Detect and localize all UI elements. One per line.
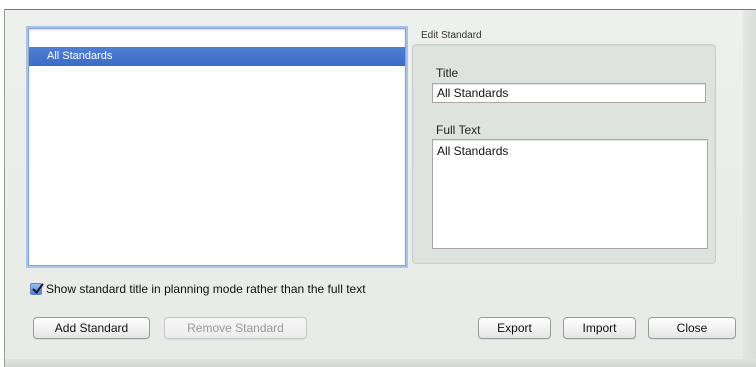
full-text-area[interactable]: All Standards: [432, 139, 708, 249]
close-button[interactable]: Close: [648, 317, 736, 339]
edit-standard-caption: Edit Standard: [421, 30, 482, 41]
checkmark-icon: [32, 283, 44, 294]
export-button[interactable]: Export: [478, 317, 551, 339]
show-title-checkbox[interactable]: [30, 283, 44, 295]
list-item-label: All Standards: [47, 50, 113, 62]
show-title-option[interactable]: Show standard title in planning mode rat…: [30, 281, 366, 297]
full-text-label: Full Text: [436, 123, 481, 137]
add-standard-button[interactable]: Add Standard: [33, 317, 150, 339]
show-title-label: Show standard title in planning mode rat…: [46, 282, 366, 296]
list-item[interactable]: All Standards: [29, 47, 405, 66]
remove-standard-button[interactable]: Remove Standard: [164, 317, 307, 339]
standards-list[interactable]: All Standards: [28, 28, 406, 266]
import-button[interactable]: Import: [563, 317, 636, 339]
title-label: Title: [436, 66, 459, 80]
sheet-right-edge: [743, 10, 756, 367]
window-top-strip: [0, 0, 756, 9]
title-input[interactable]: [432, 83, 706, 103]
sheet-bottom-edge: [5, 359, 756, 367]
